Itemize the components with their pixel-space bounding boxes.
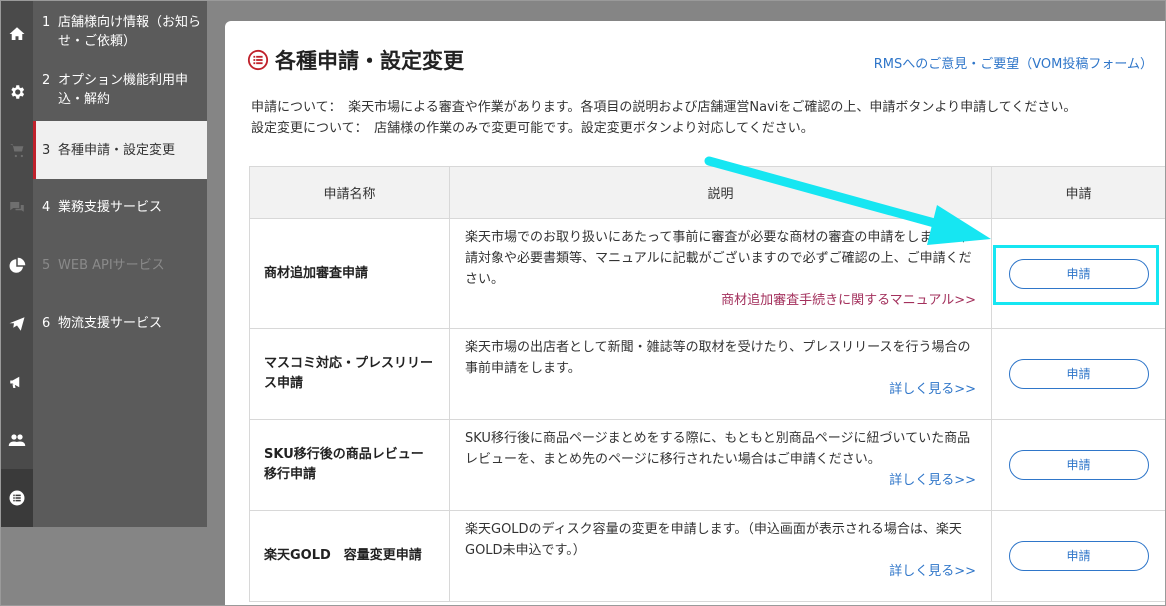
manual-link[interactable]: 商材追加審査手続きに関するマニュアル>> [465,290,976,311]
icon-bar-footer [1,527,33,605]
application-description: 楽天GOLDのディスク容量の変更を申請します。（申込画面が表示される場合は、楽天… [449,510,992,602]
apply-cell: 申請 [991,419,1165,511]
apply-cell: 申請 [991,510,1165,602]
icon-bar [1,1,33,605]
menu-item-logistics[interactable]: 6 物流支援サービス [33,313,207,333]
app-frame: 1 店舗様向け情報（お知らせ・ご依頼） 2 オプション機能利用申込・解約 3 各… [0,0,1166,606]
annotation-arrow [704,156,991,245]
application-name: マスコミ対応・プレスリリース申請 [249,328,450,420]
list-icon [247,49,269,71]
chat-icon[interactable] [1,179,33,237]
description-application: 申請について： 楽天市場による審査や作業があります。各項目の説明および店舗運営N… [251,100,1077,115]
gear-icon[interactable] [1,63,33,121]
annotation-highlight-box [993,245,1159,305]
content-panel: 各種申請・設定変更 RMSへのご意見・ご要望（VOM投稿フォーム） 申請について… [225,21,1165,605]
details-link[interactable]: 詳しく見る>> [465,561,976,582]
menu-item-number: 6 [42,315,51,331]
menu-item-web-api[interactable]: 5 WEB APIサービス [33,255,207,275]
application-name: 商材追加審査申請 [249,218,450,329]
application-description: 楽天市場の出店者として新聞・雑誌等の取材を受けたり、プレスリリースを行う場合の事… [449,328,992,420]
column-header-apply: 申請 [991,166,1165,219]
table-row: 楽天GOLD 容量変更申請 楽天GOLDのディスク容量の変更を申請します。（申込… [249,510,1165,602]
menu-item-number: 5 [42,257,51,273]
apply-button[interactable]: 申請 [1008,359,1149,389]
paper-plane-icon[interactable] [1,295,33,353]
megaphone-icon[interactable] [1,353,33,411]
column-header-name: 申請名称 [249,166,450,219]
description-settings: 設定変更について： 店舗様の作業のみで変更可能です。設定変更ボタンより対応してく… [251,121,814,136]
menu-item-number: 3 [42,142,51,158]
apply-cell: 申請 [991,328,1165,420]
menu-item-options[interactable]: 2 オプション機能利用申込・解約 [33,71,207,111]
application-name: SKU移行後の商品レビュー移行申請 [249,419,450,511]
apply-button[interactable]: 申請 [1008,450,1149,480]
table-row: マスコミ対応・プレスリリース申請 楽天市場の出店者として新聞・雑誌等の取材を受け… [249,328,1165,420]
menu-footer [33,527,207,605]
apply-button[interactable]: 申請 [1008,541,1149,571]
feedback-link[interactable]: RMSへのご意見・ご要望（VOM投稿フォーム） [874,53,1153,72]
application-description: SKU移行後に商品ページまとめをする際に、もともと別商品ページに紐づいていた商品… [449,419,992,511]
description-text: 楽天市場の出店者として新聞・雑誌等の取材を受けたり、プレスリリースを行う場合の事… [465,340,971,376]
menu-item-number: 1 [42,15,51,30]
description-text: SKU移行後に商品ページまとめをする際に、もともと別商品ページに紐づいていた商品… [465,431,971,467]
menu-item-number: 2 [42,73,51,88]
menu-item-label: オプション機能利用申込・解約 [58,73,189,107]
menu-item-store-info[interactable]: 1 店舗様向け情報（お知らせ・ご依頼） [33,13,207,53]
details-link[interactable]: 詳しく見る>> [465,379,976,400]
people-icon[interactable] [1,411,33,469]
page-header: 各種申請・設定変更 [247,45,464,75]
page-description: 申請について： 楽天市場による審査や作業があります。各項目の説明および店舗運営N… [251,97,1076,139]
side-menu: 1 店舗様向け情報（お知らせ・ご依頼） 2 オプション機能利用申込・解約 3 各… [33,1,207,605]
home-icon[interactable] [1,5,33,63]
table-row: SKU移行後の商品レビュー移行申請 SKU移行後に商品ページまとめをする際に、も… [249,419,1165,511]
menu-item-label: 業務支援サービス [58,199,163,215]
menu-item-label: 物流支援サービス [58,315,163,331]
application-name: 楽天GOLD 容量変更申請 [249,510,450,602]
page-title: 各種申請・設定変更 [275,49,464,73]
list-icon[interactable] [1,469,33,527]
menu-item-applications[interactable]: 3 各種申請・設定変更 [33,121,207,179]
menu-item-label: WEB APIサービス [58,257,165,273]
menu-item-business-support[interactable]: 4 業務支援サービス [33,197,207,217]
content-gutter [207,1,225,605]
menu-item-label: 各種申請・設定変更 [58,142,176,158]
menu-item-number: 4 [42,199,51,215]
menu-item-label: 店舗様向け情報（お知らせ・ご依頼） [58,15,202,49]
pie-chart-icon[interactable] [1,237,33,295]
cart-icon[interactable] [1,121,33,179]
details-link[interactable]: 詳しく見る>> [465,470,976,491]
description-text: 楽天GOLDのディスク容量の変更を申請します。（申込画面が表示される場合は、楽天… [465,522,962,558]
